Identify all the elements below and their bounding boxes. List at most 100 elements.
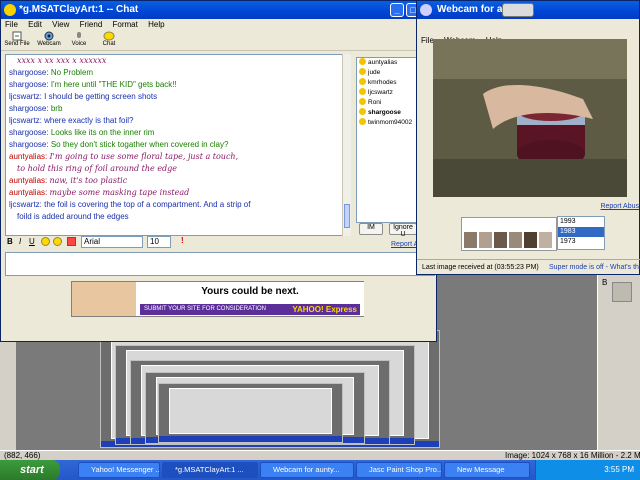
task-yahoo-messenger[interactable]: Yahoo! Messenger ...: [78, 462, 160, 478]
message-text: maybe some masking tape instead: [49, 188, 190, 197]
user-list-item[interactable]: auntyalias: [359, 58, 418, 68]
chat-message: foild is added around the edges: [9, 211, 349, 223]
webcam-app-icon: [420, 4, 432, 16]
chat-message: ljcswartz: the foil is covering the top …: [9, 199, 349, 211]
webcam-status-bar: Last image received at (03:55:23 PM) Sup…: [417, 259, 640, 275]
chat-scrollbar[interactable]: [342, 54, 351, 236]
paint-shop-status-bar: (882, 466) Image: 1024 x 768 x 16 Millio…: [0, 450, 640, 460]
user-list-item[interactable]: jude: [359, 68, 418, 78]
user-name: auntyalias: [368, 59, 398, 66]
user-list-item[interactable]: Roni: [359, 98, 418, 108]
chat-message: shargoose: Looks like its on the inner r…: [9, 127, 349, 139]
underline-button[interactable]: U: [29, 237, 35, 246]
year-item[interactable]: 1973: [558, 237, 604, 247]
message-text: brb: [50, 104, 63, 113]
font-size-select[interactable]: 10: [147, 236, 171, 248]
chat-message-list[interactable]: xxxx x xx xxx x xxxxxx shargoose: No Prob…: [5, 54, 350, 236]
chat-user-list[interactable]: auntyalias jude kmrhodes ljcswartz Roni sharg…: [356, 57, 419, 223]
alert-icon[interactable]: !: [181, 236, 184, 245]
send-file-button[interactable]: Send File: [3, 31, 31, 47]
user-smiley-icon: [359, 98, 366, 105]
start-button[interactable]: start: [0, 460, 60, 480]
message-sender: auntyalias:: [9, 152, 48, 161]
ignore-user-button[interactable]: Ignore U: [389, 223, 417, 238]
chat-bubble-icon: [103, 31, 115, 41]
message-sender: shargoose:: [9, 140, 49, 149]
chat-title-bar[interactable]: *g.MSATClayArt:1 -- Chat _ □ ×: [1, 1, 436, 19]
user-name: Roni: [368, 99, 382, 106]
emoticon-icon[interactable]: [53, 237, 62, 246]
chat-message: ljcswartz: where exactly is that foil?: [9, 115, 349, 127]
smiley-icon[interactable]: [41, 237, 50, 246]
message-sender: auntyalias:: [9, 188, 48, 197]
user-name: twinmom94002: [368, 119, 413, 126]
yahoo-banner-ad[interactable]: Yours could be next. SUBMIT YOUR SITE FO…: [71, 281, 364, 317]
menu-file[interactable]: File: [5, 20, 18, 29]
super-mode-link[interactable]: Super mode is off - What's this: [549, 260, 640, 275]
message-sender: shargoose:: [9, 128, 49, 137]
message-text: naw, it's too plastic: [49, 176, 128, 185]
paint-shop-palette[interactable]: B: [597, 268, 640, 450]
user-list-item[interactable]: ljcswartz: [359, 88, 418, 98]
report-abuse-link[interactable]: Report Abus: [600, 203, 639, 210]
chat-message: shargoose: No Problem: [9, 67, 349, 79]
user-list-item[interactable]: shargoose: [359, 108, 418, 118]
message-text: I should be getting screen shots: [44, 92, 158, 101]
chat-message: shargoose: I'm here until "THE KID" gets…: [9, 79, 349, 91]
message-sender: shargoose:: [9, 68, 49, 77]
menu-view[interactable]: View: [52, 20, 69, 29]
message-text: Looks like its on the inner rim: [50, 128, 155, 137]
user-smiley-icon: [359, 118, 366, 125]
menu-friend[interactable]: Friend: [80, 20, 103, 29]
user-name: shargoose: [368, 109, 401, 116]
minimize-button[interactable]: _: [390, 3, 404, 17]
system-tray: 3:55 PM: [535, 460, 640, 480]
chat-window: *g.MSATClayArt:1 -- Chat _ □ × File Edit…: [0, 0, 437, 342]
message-sender: shargoose:: [9, 80, 49, 89]
im-button[interactable]: IM: [359, 223, 383, 235]
message-input[interactable]: [5, 252, 435, 276]
year-item[interactable]: 1993: [558, 217, 604, 227]
user-name: kmrhodes: [368, 79, 397, 86]
microphone-icon: [77, 32, 81, 38]
italic-button[interactable]: I: [19, 237, 21, 246]
message-text: foild is added around the edges: [17, 212, 129, 221]
webcam-icon: [44, 31, 54, 41]
message-text: where exactly is that foil?: [44, 116, 134, 125]
font-select[interactable]: Arial: [81, 236, 143, 248]
menu-file[interactable]: File: [421, 36, 434, 45]
webcam-title-bar[interactable]: Webcam for aunty: [417, 1, 639, 19]
report-abuse-link[interactable]: Report A: [391, 241, 418, 248]
message-sender: ljcswartz:: [9, 92, 42, 101]
task-webcam[interactable]: Webcam for aunty...: [260, 462, 354, 478]
task-chat[interactable]: *g.MSATClayArt:1 ...: [162, 462, 258, 478]
user-list-item[interactable]: twinmom94002: [359, 118, 418, 128]
chat-message: ljcswartz: I should be getting screen sh…: [9, 91, 349, 103]
user-name: ljcswartz: [368, 89, 393, 96]
menu-help[interactable]: Help: [148, 20, 164, 29]
webcam-thumb-icon[interactable]: [502, 3, 534, 17]
ad-brand: YAHOO! Express: [292, 305, 357, 314]
color-swatch[interactable]: [612, 282, 632, 302]
chat-button[interactable]: Chat: [95, 31, 123, 47]
user-list-item[interactable]: kmrhodes: [359, 78, 418, 88]
color-picker-icon[interactable]: [67, 237, 76, 246]
chat-message: shargoose: So they don't stick togather …: [9, 139, 349, 151]
task-paint-shop[interactable]: Jasc Paint Shop Pro...: [356, 462, 442, 478]
message-sender: auntyalias:: [9, 176, 48, 185]
menu-format[interactable]: Format: [113, 20, 138, 29]
taskbar: start Yahoo! Messenger ... *g.MSATClayAr…: [0, 460, 640, 480]
menu-edit[interactable]: Edit: [28, 20, 42, 29]
voice-button[interactable]: Voice: [65, 31, 93, 47]
year-list[interactable]: 1993 1983 1973: [557, 216, 605, 250]
chat-message: auntyalias: I'm going to use some floral…: [9, 151, 349, 163]
task-new-message[interactable]: New Message: [444, 462, 530, 478]
user-smiley-icon: [359, 58, 366, 65]
bold-button[interactable]: B: [7, 237, 13, 246]
send-file-icon: [12, 31, 22, 41]
year-item-selected[interactable]: 1983: [558, 227, 604, 237]
chat-message: to hold this ring of foil around the edg…: [9, 163, 349, 175]
webcam-button[interactable]: Webcam: [35, 31, 63, 47]
user-smiley-icon: [359, 108, 366, 115]
paint-shop-toolbox[interactable]: [0, 340, 16, 450]
